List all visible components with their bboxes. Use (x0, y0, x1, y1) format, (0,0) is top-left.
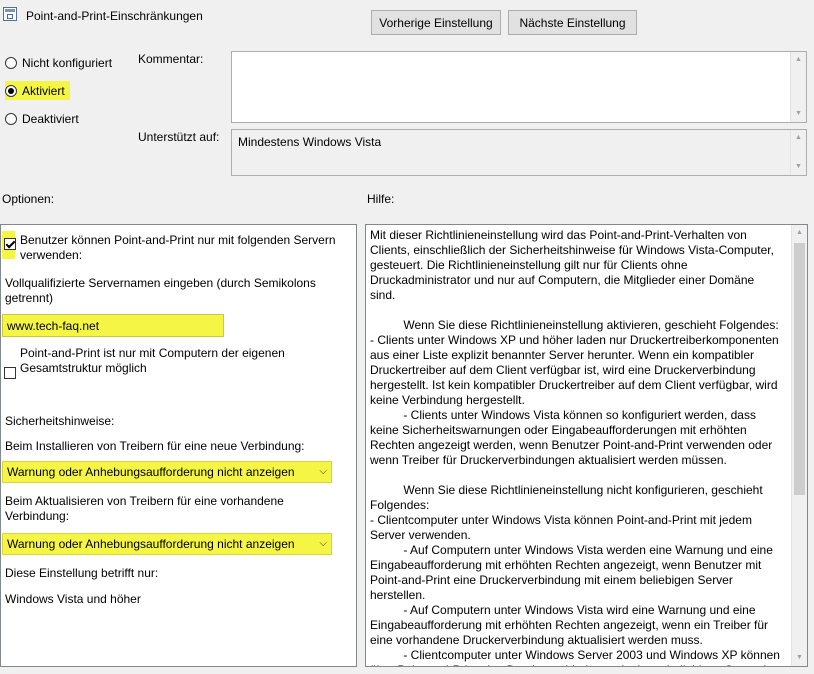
next-setting-button[interactable]: Nächste Einstellung (508, 10, 637, 35)
chevron-down-icon[interactable]: ⌵ (319, 534, 327, 554)
install-dropdown-value: Warnung oder Anhebungsaufforderung nicht… (7, 465, 295, 479)
checkbox-forest-only[interactable] (4, 367, 16, 379)
scroll-down-icon[interactable]: ▼ (791, 159, 806, 175)
scroll-up-icon[interactable]: ▲ (792, 225, 807, 241)
radio-disabled-circle[interactable] (5, 113, 17, 125)
applies-label: Diese Einstellung betrifft nur: (5, 566, 159, 580)
help-panel: Mit dieser Richtlinieneinstellung wird d… (365, 224, 808, 667)
servers-input-value: www.tech-faq.net (7, 319, 100, 333)
radio-not-configured[interactable]: Nicht konfiguriert (5, 56, 112, 70)
scroll-up-icon[interactable]: ▲ (791, 52, 806, 68)
supported-textbox: Mindestens Windows Vista ▲ ▼ (231, 129, 807, 176)
radio-not-configured-circle[interactable] (5, 57, 17, 69)
applies-value: Windows Vista und höher (5, 592, 141, 606)
update-dropdown-value: Warnung oder Anhebungsaufforderung nicht… (7, 537, 295, 551)
help-text: Mit dieser Richtlinieneinstellung wird d… (370, 228, 780, 666)
servers-input[interactable]: www.tech-faq.net (2, 314, 224, 337)
scrollbar-thumb[interactable] (794, 243, 805, 495)
install-label: Beim Installieren von Treibern für eine … (5, 439, 305, 453)
scroll-down-icon[interactable]: ▼ (792, 650, 807, 666)
radio-not-configured-label: Nicht konfiguriert (22, 56, 113, 70)
chevron-down-icon[interactable]: ⌵ (319, 462, 327, 482)
scroll-down-icon[interactable]: ▼ (791, 106, 806, 122)
radio-enabled-label: Aktiviert (22, 83, 65, 98)
radio-enabled-circle[interactable] (5, 84, 17, 97)
checkbox-forest-only-label: Point-and-Print ist nur mit Computern de… (20, 346, 285, 375)
comment-scrollbar[interactable]: ▲ ▼ (790, 52, 806, 122)
policy-settings-icon (3, 7, 17, 21)
help-scrollbar[interactable]: ▲ ▼ (791, 225, 807, 666)
comment-label: Kommentar: (138, 52, 204, 66)
help-label: Hilfe: (367, 192, 395, 206)
options-label: Optionen: (2, 192, 55, 206)
radio-enabled[interactable]: Aktiviert (5, 81, 70, 100)
security-label: Sicherheitshinweise: (5, 414, 115, 428)
previous-setting-button[interactable]: Vorherige Einstellung (371, 10, 501, 35)
supported-scrollbar[interactable]: ▲ ▼ (790, 130, 806, 175)
window-title: Point-and-Print-Einschränkungen (26, 9, 203, 23)
servers-label: Vollqualifizierte Servernamen eingeben (… (5, 276, 316, 305)
scroll-up-icon[interactable]: ▲ (791, 130, 806, 146)
update-label: Beim Aktualisieren von Treibern für eine… (5, 494, 284, 523)
checkbox-servers-only-label: Benutzer können Point-and-Print nur mit … (20, 233, 336, 262)
radio-disabled-label: Deaktiviert (22, 112, 79, 126)
checkbox-servers-only[interactable] (4, 238, 16, 250)
supported-value: Mindestens Windows Vista (238, 135, 382, 149)
supported-label: Unterstützt auf: (138, 130, 220, 144)
update-dropdown[interactable]: Warnung oder Anhebungsaufforderung nicht… (2, 533, 332, 555)
radio-disabled[interactable]: Deaktiviert (5, 112, 79, 126)
options-panel: Benutzer können Point-and-Print nur mit … (0, 224, 357, 667)
install-dropdown[interactable]: Warnung oder Anhebungsaufforderung nicht… (2, 461, 332, 483)
comment-textbox[interactable]: ▲ ▼ (231, 51, 807, 123)
